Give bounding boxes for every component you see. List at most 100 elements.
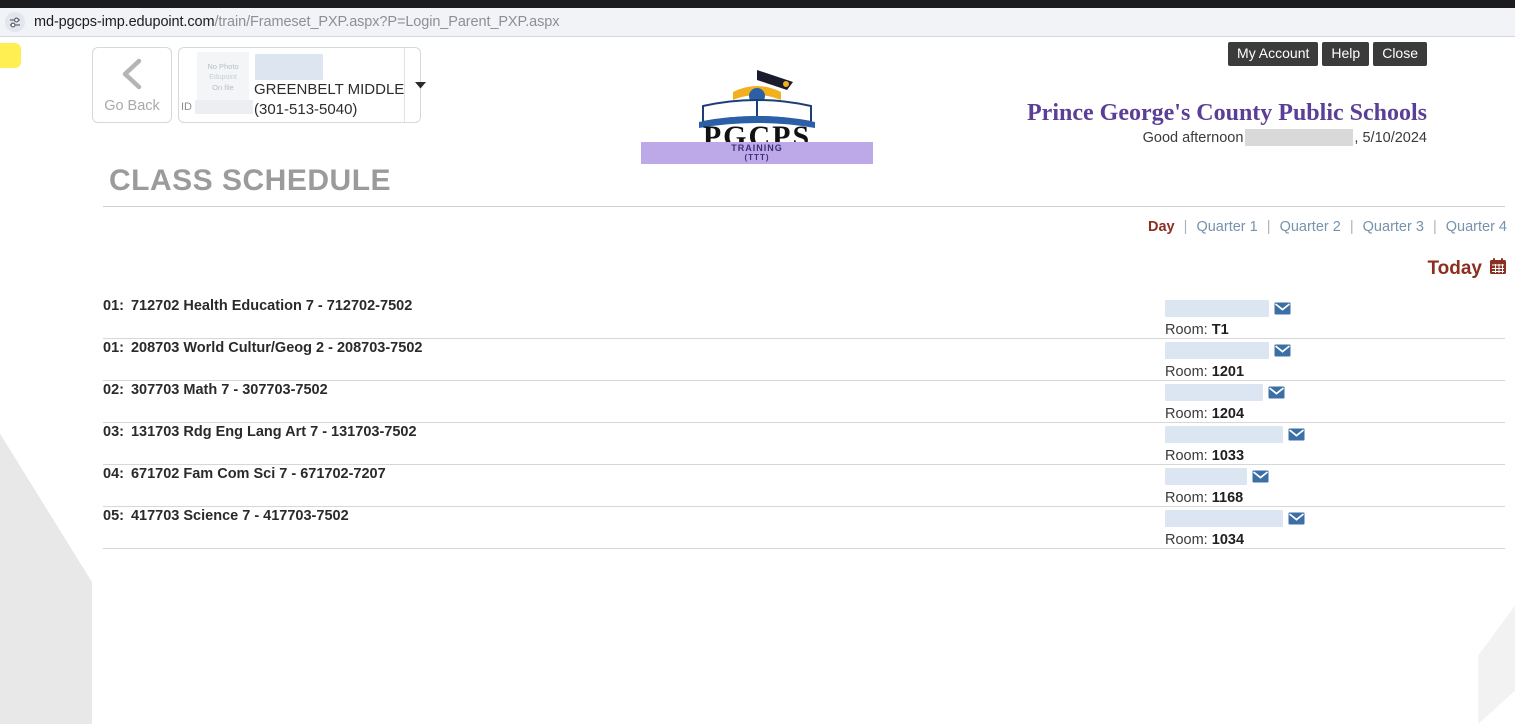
today-button[interactable]: Today [1427,257,1507,281]
teacher-cell: Room: 1034 [1165,507,1505,549]
teacher-cell: Room: 1204 [1165,381,1505,423]
student-school-phone: (301-513-5040) [254,100,404,120]
quarter-nav-separator: | [1267,219,1271,235]
quarter-nav-q4[interactable]: Quarter 4 [1446,219,1507,235]
room-value: 1034 [1212,532,1244,548]
room-line: Room: 1034 [1165,532,1505,548]
course-name: 712702 Health Education 7 - 712702-7502 [131,298,412,314]
course-name: 307703 Math 7 - 307703-7502 [131,382,328,398]
course-period: 02: [103,382,124,398]
teacher-line [1165,297,1505,319]
room-line: Room: T1 [1165,322,1505,338]
teacher-name-redacted [1165,426,1283,443]
teacher-cell: Room: 1033 [1165,423,1505,465]
envelope-icon[interactable] [1274,302,1291,315]
decorative-shape-right [1400,539,1515,724]
today-label: Today [1427,258,1482,280]
room-line: Room: 1204 [1165,406,1505,422]
site-settings-icon[interactable] [5,12,25,32]
application-topbar: Go Back No Photo Edupoint On file ID GRE… [0,38,1515,148]
room-label: Room: [1165,322,1212,338]
greeting-date: , 5/10/2024 [1354,130,1427,146]
teacher-cell: Room: 1168 [1165,465,1505,507]
course-name: 131703 Rdg Eng Lang Art 7 - 131703-7502 [131,424,417,440]
table-row: 05: 417703 Science 7 - 417703-7502 Room: 1… [103,507,1505,549]
main-content: CLASS SCHEDULE Day | Quarter 1 | Quarter… [92,148,1515,549]
room-label: Room: [1165,448,1212,464]
quarter-nav-separator: | [1433,219,1437,235]
teacher-cell: Room: T1 [1165,297,1505,339]
envelope-icon[interactable] [1252,470,1269,483]
room-label: Room: [1165,406,1212,422]
quarter-nav-day[interactable]: Day [1148,219,1175,235]
course-period: 03: [103,424,124,440]
url-host: md-pgcps-imp.edupoint.com [34,14,214,30]
envelope-icon[interactable] [1268,386,1285,399]
room-label: Room: [1165,532,1212,548]
account-buttons-group: My Account Help Close [1228,42,1427,66]
course-cell: 01:712702 Health Education 7 - 712702-75… [103,297,1165,339]
course-cell: 02: 307703 Math 7 - 307703-7502 [103,381,1165,423]
greeting-row: Good afternoon , 5/10/2024 [1143,129,1427,146]
url-path: /train/Frameset_PXP.aspx?P=Login_Parent_… [214,14,559,30]
quarter-nav-q1[interactable]: Quarter 1 [1196,219,1257,235]
room-label: Room: [1165,364,1212,380]
student-name-redacted [255,54,323,80]
no-photo-line3: On file [212,83,234,94]
my-account-button[interactable]: My Account [1228,42,1318,66]
teacher-name-redacted [1165,384,1263,401]
teacher-line [1165,339,1505,361]
table-row: 04: 671702 Fam Com Sci 7 - 671702-7207 Roo… [103,465,1505,507]
student-selector-card[interactable]: No Photo Edupoint On file ID GREENBELT M… [178,47,421,123]
close-button[interactable]: Close [1373,42,1427,66]
browser-title-strip [0,0,1515,8]
go-back-button[interactable]: Go Back [92,47,172,123]
room-line: Room: 1033 [1165,448,1505,464]
course-name: 208703 World Cultur/Geog 2 - 208703-7502 [131,340,422,356]
class-schedule-table: 01: 712702 Health Education 7 - 712702-75… [103,297,1505,549]
browser-address-bar[interactable]: md-pgcps-imp.edupoint.com/train/Frameset… [0,8,1515,37]
course-period: 01: [103,340,124,356]
envelope-icon[interactable] [1274,344,1291,357]
page-title-wrap: CLASS SCHEDULE [103,164,1505,207]
teacher-line [1165,465,1505,487]
course-period: 04: [103,466,124,482]
quarter-nav-q3[interactable]: Quarter 3 [1363,219,1424,235]
teacher-name-redacted [1165,300,1269,317]
greeting-name-redacted [1245,129,1353,146]
teacher-line [1165,381,1505,403]
teacher-name-redacted [1165,510,1283,527]
course-name: 671702 Fam Com Sci 7 - 671702-7207 [131,466,386,482]
pgcps-logo-graphic: PGCPS [641,60,873,146]
student-info-block: GREENBELT MIDDLE (301-513-5040) [254,48,404,122]
help-button[interactable]: Help [1322,42,1369,66]
room-value: 1201 [1212,364,1244,380]
quarter-nav-q2[interactable]: Quarter 2 [1280,219,1341,235]
teacher-line [1165,507,1505,529]
teacher-name-redacted [1165,342,1269,359]
quarter-nav-separator: | [1184,219,1188,235]
no-photo-line2: Edupoint [209,73,237,83]
greeting-prefix: Good afternoon [1143,130,1244,146]
room-value: 1204 [1212,406,1244,422]
course-period: 05: [103,508,124,524]
course-cell: 04: 671702 Fam Com Sci 7 - 671702-7207 [103,465,1165,507]
table-row: 02: 307703 Math 7 - 307703-7502 Room: 1204 [103,381,1505,423]
teacher-cell: Room: 1201 [1165,339,1505,381]
envelope-icon[interactable] [1288,512,1305,525]
no-photo-line1: No Photo [207,62,238,73]
class-schedule-body: 01: 712702 Health Education 7 - 712702-75… [103,297,1505,549]
table-row: 01: 208703 World Cultur/Geog 2 - 208703-7… [103,339,1505,381]
url-text: md-pgcps-imp.edupoint.com/train/Frameset… [34,14,559,30]
go-back-label: Go Back [104,98,160,114]
envelope-icon[interactable] [1288,428,1305,441]
room-label: Room: [1165,490,1212,506]
course-cell: 03: 131703 Rdg Eng Lang Art 7 - 131703-75… [103,423,1165,465]
decorative-shape-left [0,394,92,724]
student-dropdown-toggle[interactable] [404,48,435,122]
student-id-label: ID [181,101,192,113]
table-row: 01:712702 Health Education 7 - 712702-75… [103,297,1505,339]
course-name: 417703 Science 7 - 417703-7502 [131,508,349,524]
calendar-icon [1489,257,1507,281]
today-row: Today [92,257,1515,281]
